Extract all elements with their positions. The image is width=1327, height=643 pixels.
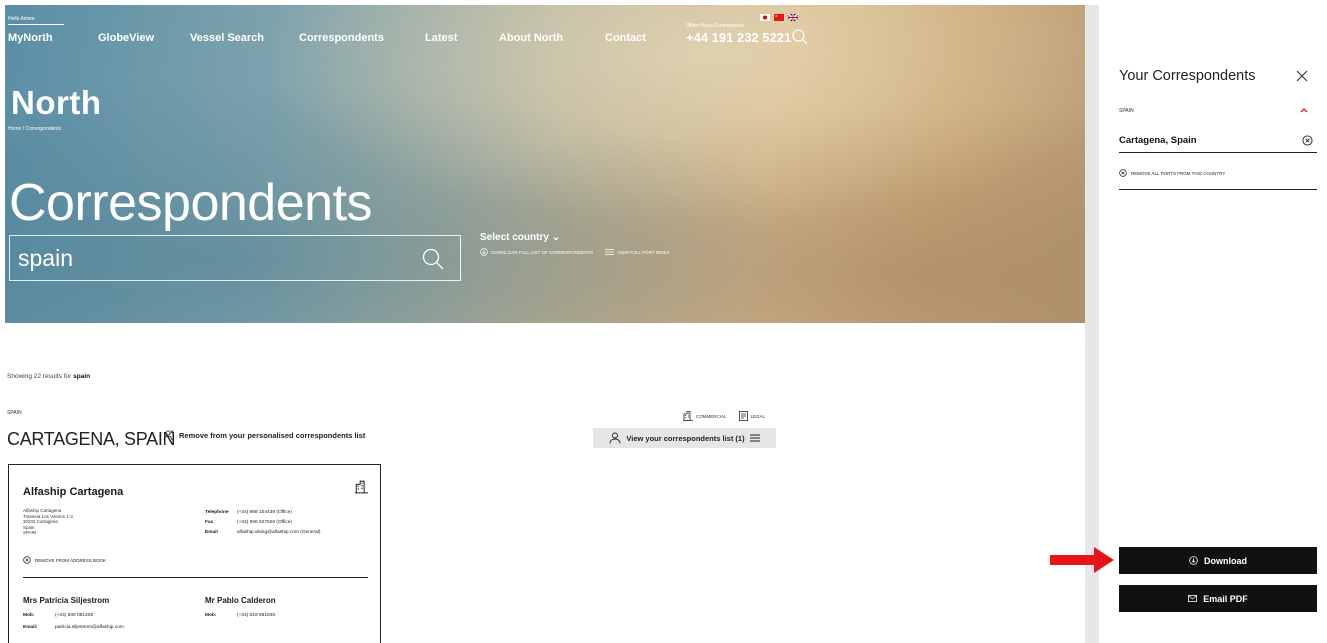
result-port-name: CARTAGENA, SPAIN	[7, 429, 176, 449]
emergency-phone[interactable]: +44 191 232 5221	[686, 30, 791, 45]
correspondent-name: Alfaship Cartagena	[23, 486, 124, 498]
email-pdf-label: Email PDF	[1203, 593, 1248, 604]
email-label: Email:	[23, 625, 38, 630]
document-icon	[738, 411, 748, 421]
remove-personalised-label: Remove from your personalised correspond…	[179, 431, 366, 440]
email-label: Email	[205, 530, 218, 535]
remove-all-ports-label: REMOVE ALL PORTS FROM THIS COUNTRY	[1131, 170, 1226, 176]
download-button[interactable]: Download	[1119, 547, 1317, 574]
nav-latest[interactable]: Latest	[425, 32, 457, 44]
view-port-index-link[interactable]: VIEW FULL PORT INDEX	[605, 249, 669, 255]
japan-flag-icon[interactable]	[760, 14, 770, 21]
divider	[1119, 189, 1317, 190]
chevron-up-icon[interactable]	[1299, 106, 1309, 114]
select-country-label: Select country	[480, 232, 549, 243]
telephone-label: Telephone	[205, 510, 229, 515]
address-line: SPAIN	[23, 530, 37, 535]
red-arrow-icon	[1050, 547, 1114, 573]
remove-personalised-button[interactable]: Remove from your personalised correspond…	[163, 430, 365, 441]
telephone-value[interactable]: (+34) 868 104438 (Office)	[237, 510, 292, 515]
breadcrumb[interactable]: Home / Correspondents	[8, 126, 61, 132]
correspondent-address: Alfaship Cartagena Travesía Los Vientos …	[23, 508, 73, 536]
list-icon	[605, 249, 615, 255]
contact-person-name: Mrs Patricia Siljestrom	[23, 596, 110, 605]
correspondent-search-input[interactable]: spain	[9, 235, 461, 281]
fax-value: (+34) 968 527629 (Office)	[237, 520, 292, 525]
correspondent-types: COMMERCIAL LEGAL	[683, 411, 765, 421]
remove-from-address-book-button[interactable]: REMOVE FROM ADDRESS BOOK	[23, 556, 106, 564]
panel-port: Cartagena, Spain	[1119, 135, 1197, 146]
type-legal-label: LEGAL	[750, 413, 766, 419]
page: Hello Aimee MyNorth GlobeView Vessel Sea…	[0, 0, 1327, 643]
hero-sublinks: DOWNLOAD FULL LIST OF CORRESPONDENTS VIE…	[480, 248, 669, 256]
building-icon	[683, 411, 693, 421]
contact-person-email: Email: patricia.siljestrom@alfaship.com	[23, 625, 124, 630]
emergency-label: Office Hours Emergencies	[686, 23, 745, 29]
nav-vessel-search[interactable]: Vessel Search	[190, 32, 264, 44]
menu-icon	[749, 434, 760, 442]
download-circle-icon	[480, 248, 488, 256]
results-count: Showing 22 results for spain	[7, 373, 90, 380]
envelope-icon	[1188, 595, 1198, 602]
person-icon	[609, 432, 621, 444]
view-correspondents-list-button[interactable]: View your correspondents list (1)	[593, 428, 776, 448]
nav-contact[interactable]: Contact	[605, 32, 646, 44]
download-circle-icon	[1189, 556, 1198, 565]
select-country-dropdown[interactable]: Select country ⌄	[480, 232, 560, 243]
correspondent-contact: Telephone (+34) 868 104438 (Office) Fax (+…	[205, 508, 321, 538]
hero-banner: Hello Aimee MyNorth GlobeView Vessel Sea…	[5, 5, 1085, 323]
results-count-prefix: Showing 22 results for	[7, 373, 74, 380]
language-flags	[760, 14, 798, 21]
nav-about-north[interactable]: About North	[499, 32, 563, 44]
contact-person-mobile: Mob: (+34) 609 081408	[23, 613, 93, 618]
china-flag-icon[interactable]	[774, 14, 784, 21]
remove-all-ports-button[interactable]: REMOVE ALL PORTS FROM THIS COUNTRY	[1119, 169, 1225, 177]
page-title: Correspondents	[9, 174, 373, 232]
download-full-list-link[interactable]: DOWNLOAD FULL LIST OF CORRESPONDENTS	[480, 248, 593, 256]
nav-mynorth[interactable]: MyNorth	[8, 32, 53, 44]
type-commercial-label: COMMERCIAL	[696, 413, 727, 419]
contact-person-mobile: Mob: (+34) 619 861846	[205, 613, 275, 618]
remove-address-book-label: REMOVE FROM ADDRESS BOOK	[35, 557, 107, 563]
north-logo[interactable]: North	[11, 84, 101, 122]
results-count-query: spain	[73, 373, 91, 380]
greeting[interactable]: Hello Aimee	[8, 16, 64, 25]
correspondent-card: Alfaship Cartagena Alfaship Cartagena Tr…	[8, 464, 381, 643]
download-label: Download	[1204, 555, 1247, 566]
chevron-down-icon: ⌄	[551, 232, 561, 243]
remove-port-icon[interactable]	[1302, 135, 1313, 146]
email-value[interactable]: patricia.siljestrom@alfaship.com	[55, 625, 124, 630]
divider	[23, 577, 368, 578]
view-port-index-label: VIEW FULL PORT INDEX	[617, 249, 670, 255]
search-submit-icon[interactable]	[422, 248, 444, 270]
panel-title: Your Correspondents	[1119, 68, 1256, 84]
uk-flag-icon[interactable]	[788, 14, 798, 21]
divider	[1119, 152, 1317, 153]
remove-circle-icon	[1119, 169, 1127, 177]
search-icon[interactable]	[791, 28, 809, 46]
panel-country[interactable]: SPAIN	[1119, 108, 1134, 114]
email-value[interactable]: alfaship.viking@alfaship.com (General)	[237, 530, 321, 535]
nav-globeview[interactable]: GlobeView	[98, 32, 154, 44]
remove-circle-icon	[23, 556, 31, 564]
email-pdf-button[interactable]: Email PDF	[1119, 585, 1317, 612]
close-icon[interactable]	[1295, 69, 1309, 83]
type-legal[interactable]: LEGAL	[738, 411, 766, 421]
building-icon	[355, 480, 368, 494]
search-value[interactable]: spain	[18, 245, 73, 272]
contact-person-name: Mr Pablo Calderon	[205, 596, 276, 605]
view-list-label: View your correspondents list (1)	[626, 433, 745, 443]
mob-value[interactable]: (+34) 619 861846	[237, 613, 275, 618]
mob-label: Mob:	[23, 613, 35, 618]
your-correspondents-panel: Your Correspondents SPAIN Cartagena, Spa…	[1099, 5, 1327, 643]
result-country: SPAIN	[7, 410, 22, 416]
nav-correspondents[interactable]: Correspondents	[299, 32, 384, 44]
type-commercial[interactable]: COMMERCIAL	[683, 411, 727, 421]
fax-label: Fax	[205, 520, 214, 525]
person-remove-icon	[163, 430, 174, 441]
mob-value[interactable]: (+34) 609 081408	[55, 613, 93, 618]
mob-label: Mob:	[205, 613, 217, 618]
download-full-list-label: DOWNLOAD FULL LIST OF CORRESPONDENTS	[491, 249, 594, 255]
